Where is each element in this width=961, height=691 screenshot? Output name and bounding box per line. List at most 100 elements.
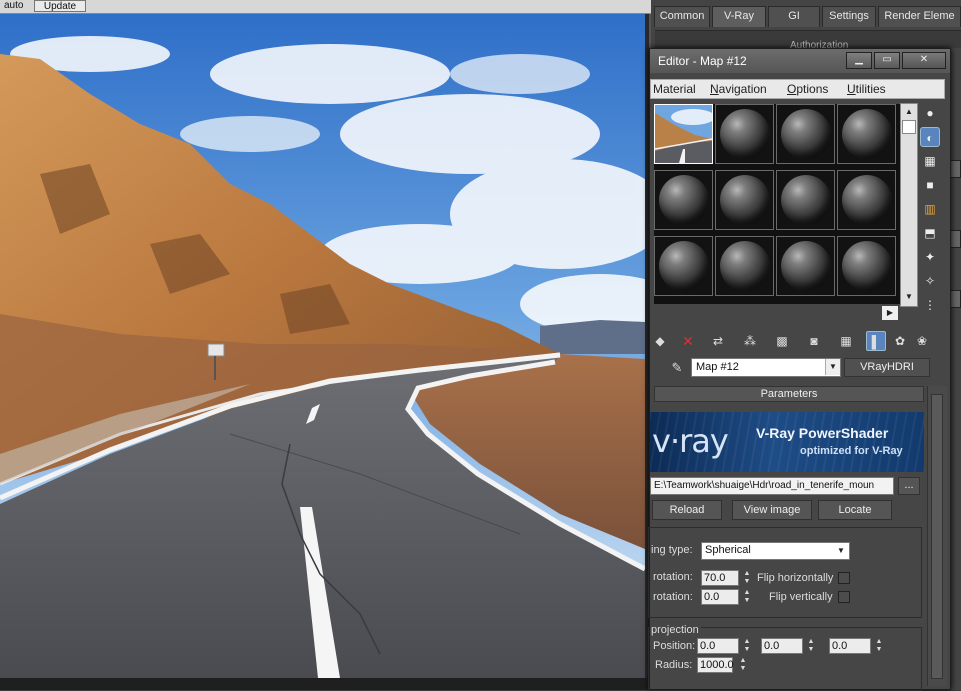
radius-spinner[interactable]: 1000.0 xyxy=(697,657,734,673)
close-icon: ✕ xyxy=(919,54,929,65)
view-image-button[interactable]: View image xyxy=(732,500,812,520)
sample-slot[interactable] xyxy=(776,104,835,164)
material-id-icon[interactable]: ⁂ xyxy=(740,331,760,351)
material-sphere xyxy=(842,241,892,291)
road-landscape-render xyxy=(0,14,645,678)
show-shaded-icon[interactable]: ▩ xyxy=(772,331,792,351)
material-map-navigator-icon[interactable]: ⋮ xyxy=(920,295,940,315)
sample-slot[interactable] xyxy=(776,170,835,230)
banner-title: V-Ray PowerShader xyxy=(756,425,889,441)
auto-toggle[interactable]: auto xyxy=(0,0,26,12)
sample-type-icon[interactable]: ● xyxy=(920,103,940,123)
material-sphere xyxy=(720,175,770,225)
sample-slot[interactable] xyxy=(837,104,896,164)
backlight-icon[interactable]: ◐ xyxy=(920,127,940,147)
menu-options[interactable]: Options xyxy=(787,82,828,96)
menu-utilities[interactable]: Utilities xyxy=(847,82,886,96)
vertical-rotation-label: rotation: xyxy=(653,591,693,603)
scroll-down-icon[interactable]: ▼ xyxy=(902,290,916,304)
sample-slot[interactable] xyxy=(776,236,835,296)
sample-slot[interactable] xyxy=(715,104,774,164)
map-name-field[interactable]: Map #12 xyxy=(691,358,841,377)
show-end-result-icon[interactable]: ◙ xyxy=(804,331,824,351)
reload-button[interactable]: Reload xyxy=(652,500,722,520)
spinner-arrows-icon[interactable]: ▲ ▼ xyxy=(806,638,816,654)
sample-slot-road-preview[interactable] xyxy=(654,104,715,164)
render-setup-tabs: Common V-Ray GI Settings Render Eleme xyxy=(651,6,961,28)
parameters-rollout-header[interactable]: Parameters xyxy=(654,386,924,402)
update-button[interactable]: Update xyxy=(34,0,86,12)
spinner-arrows-icon[interactable]: ▲ ▼ xyxy=(742,589,752,605)
vray-logo: v·ray xyxy=(652,422,729,460)
scroll-thumb[interactable] xyxy=(931,394,943,679)
banner-subtitle: optimized for V-Ray xyxy=(800,445,903,457)
tab-gi[interactable]: GI xyxy=(768,6,820,27)
tab-settings[interactable]: Settings xyxy=(822,6,876,27)
flip-vertically-label: Flip vertically xyxy=(769,591,833,603)
tab-render-elements[interactable]: Render Eleme xyxy=(878,6,961,27)
material-toolbar: ◆ ✕ ⇄ ⁂ ▩ ◙ ▦ ▌ ✿ ❀ xyxy=(650,331,940,353)
scroll-up-icon[interactable]: ▲ xyxy=(902,105,916,119)
vertical-rotation-spinner[interactable]: 0.0 xyxy=(701,589,739,605)
go-to-parent-icon[interactable]: ✿ xyxy=(890,331,910,351)
flip-horizontally-checkbox[interactable] xyxy=(838,572,850,584)
select-by-material-icon[interactable]: ✧ xyxy=(920,271,940,291)
menu-navigation[interactable]: Navigation xyxy=(710,82,767,96)
hdr-path-field[interactable]: E:\Teamwork\shuaige\Hdr\road_in_tenerife… xyxy=(650,477,894,495)
put-to-library-icon[interactable]: ⇄ xyxy=(708,331,728,351)
show-map-icon[interactable]: ▦ xyxy=(836,331,856,351)
menu-bar: Material Navigation Options Utilities xyxy=(650,79,945,99)
get-material-icon[interactable]: ◆ xyxy=(650,331,670,351)
hdr-path-row: E:\Teamwork\shuaige\Hdr\road_in_tenerife… xyxy=(650,476,924,496)
delete-icon[interactable]: ✕ xyxy=(678,331,698,351)
sample-slot[interactable] xyxy=(715,170,774,230)
maximize-button[interactable]: ▭ xyxy=(874,52,900,69)
sample-slot[interactable] xyxy=(837,236,896,296)
options-icon[interactable]: ✦ xyxy=(920,247,940,267)
go-forward-icon[interactable]: ❀ xyxy=(912,331,932,351)
position-label: Position: xyxy=(653,640,696,652)
minimize-button[interactable]: ▁ xyxy=(846,52,872,69)
chevron-down-icon[interactable]: ▼ xyxy=(825,359,840,375)
minimize-icon: ▁ xyxy=(855,54,863,65)
background-checker-icon[interactable]: ▦ xyxy=(920,151,940,171)
parameters-scrollbar[interactable] xyxy=(927,386,947,686)
sample-slot[interactable] xyxy=(654,236,713,296)
locate-button[interactable]: Locate xyxy=(818,500,892,520)
material-sphere xyxy=(659,241,709,291)
sample-slots xyxy=(654,104,904,304)
flip-vertically-checkbox[interactable] xyxy=(838,591,850,603)
frame-buffer-toolbar: auto Update xyxy=(0,0,651,14)
horizontal-rotation-spinner[interactable]: 70.0 xyxy=(701,570,739,586)
spinner-arrows-icon[interactable]: ▲ ▼ xyxy=(738,657,748,673)
position-x-spinner[interactable]: 0.0 xyxy=(697,638,739,654)
position-y-spinner[interactable]: 0.0 xyxy=(761,638,803,654)
menu-material[interactable]: Material xyxy=(653,82,696,96)
side-toolbar: ● ◐ ▦ ■ ▥ ⬒ ✦ ✧ ⋮ xyxy=(920,103,942,323)
spinner-arrows-icon[interactable]: ▲ ▼ xyxy=(742,570,752,586)
sample-uv-tiling-icon[interactable]: ■ xyxy=(920,175,940,195)
sample-slot[interactable] xyxy=(837,170,896,230)
material-sphere xyxy=(720,241,770,291)
make-preview-icon[interactable]: ⬒ xyxy=(920,223,940,243)
position-z-spinner[interactable]: 0.0 xyxy=(829,638,871,654)
sample-slot[interactable] xyxy=(654,170,713,230)
map-type-button[interactable]: VRayHDRI xyxy=(844,358,930,377)
scroll-right-icon[interactable]: ▶ xyxy=(882,306,898,320)
sample-slot[interactable] xyxy=(715,236,774,296)
tab-vray[interactable]: V-Ray xyxy=(712,6,766,27)
chevron-down-icon[interactable]: ▼ xyxy=(833,543,849,559)
eyedropper-icon[interactable]: ✎ xyxy=(668,359,686,377)
scroll-thumb[interactable] xyxy=(902,120,916,134)
frame-buffer-window: auto Update xyxy=(0,0,651,690)
background-icon[interactable]: ▌ xyxy=(866,331,886,351)
spinner-arrows-icon[interactable]: ▲ ▼ xyxy=(874,638,884,654)
slots-scrollbar[interactable]: ▲ ▼ xyxy=(900,103,918,307)
title-bar[interactable]: Editor - Map #12 ▁ ▭ ✕ xyxy=(650,49,950,73)
mapping-type-select[interactable]: Spherical xyxy=(701,542,850,560)
spinner-arrows-icon[interactable]: ▲ ▼ xyxy=(742,638,752,654)
close-button[interactable]: ✕ xyxy=(902,52,946,69)
browse-button[interactable]: ... xyxy=(898,477,920,495)
tab-common[interactable]: Common xyxy=(654,6,710,27)
video-color-check-icon[interactable]: ▥ xyxy=(920,199,940,219)
